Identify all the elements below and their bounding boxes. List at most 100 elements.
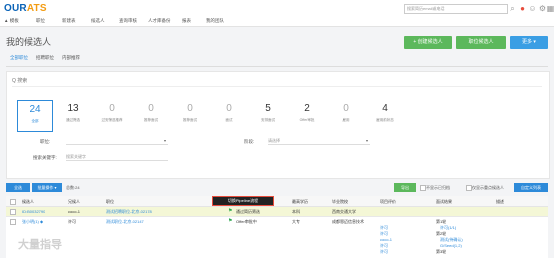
column-header[interactable]: 面试结果 xyxy=(436,199,452,205)
top-bar: OURATS 搜索简历email或电话 ⌕ ● ☺ ⚙ ▦ xyxy=(0,0,554,27)
user-icon[interactable]: ☺ xyxy=(528,4,537,13)
stat-label: 推荐面试 xyxy=(183,118,197,122)
stat-7[interactable]: 2 Offer审批 xyxy=(290,100,324,130)
stat-label: 雇用 xyxy=(342,118,350,122)
job-filter-select[interactable]: ▾ xyxy=(66,137,168,145)
page-title: 我的候选人 xyxy=(6,37,52,47)
nav-item-3[interactable]: 候选人 xyxy=(91,16,105,26)
pipeline-tooltip: 切换Pipeline流程 xyxy=(212,196,274,206)
eval-item[interactable]: 许可 xyxy=(380,249,388,255)
tab-divider xyxy=(6,66,548,67)
table-row[interactable]: 张小明(1) ◆ 许可 测试职位-北京-02147 ⚑ Offer审批中 大专 … xyxy=(6,217,548,258)
school: 成都恩迈信息技术 xyxy=(332,219,364,224)
stat-label: Offer审批 xyxy=(299,118,315,122)
nav-item-2[interactable]: 新建表 xyxy=(62,16,76,26)
stat-label: 安排面试 xyxy=(261,118,275,122)
search-toggle[interactable]: Q 搜索 xyxy=(12,76,542,87)
search-icon[interactable]: ⌕ xyxy=(508,4,517,13)
stat-5[interactable]: 0 面试 xyxy=(212,100,246,130)
tab-1[interactable]: 招聘职位 xyxy=(36,55,54,61)
global-search-input[interactable]: 搜索简历email或电话 xyxy=(404,4,508,14)
bell-icon[interactable]: ● xyxy=(518,4,527,13)
bulk-candidate-button[interactable]: 职位候选人 xyxy=(456,36,506,49)
result-item[interactable]: G/Seed(1,2) xyxy=(440,243,462,248)
custom-list-button[interactable]: 自定义列表 xyxy=(514,183,548,192)
column-header[interactable]: 候选人 xyxy=(22,199,34,205)
candidate-name[interactable]: 张小明(1) ◆ xyxy=(22,219,43,225)
school: 西南交通大学 xyxy=(332,209,356,214)
nav-item-1[interactable]: 职位 xyxy=(36,16,45,26)
watermark: 大量指导 xyxy=(18,239,62,251)
stat-6[interactable]: 5 安排面试 xyxy=(251,100,285,130)
stat-label: 过安筛选推荐 xyxy=(101,118,123,122)
stat-number: 0 xyxy=(343,103,349,114)
logo[interactable]: OURATS xyxy=(4,3,47,14)
stat-number: 0 xyxy=(148,103,154,114)
status: Offer审批中 xyxy=(236,219,257,224)
more-button[interactable]: 更多 ▾ xyxy=(510,36,548,49)
select-all-button[interactable]: 全选 xyxy=(6,183,30,192)
table-row[interactable]: ID:B0032790 coco-1 测试招聘职位-北京-02178 ⚑ 通过简… xyxy=(6,207,548,217)
key-only-label: 仅显示重点候选人 xyxy=(472,185,504,190)
table-header: 候选人 兄候人 职位 状态 最高学历 毕业院校 项目评价 面试结果 描述 xyxy=(6,196,548,207)
job-link[interactable]: 测试招聘职位-北京-02178 xyxy=(106,209,152,215)
result-item: 第3轮 xyxy=(436,249,447,254)
column-header[interactable]: 最高学历 xyxy=(292,199,308,205)
stat-3[interactable]: 0 推荐面试 xyxy=(134,100,168,130)
chevron-down-icon: ▾ xyxy=(365,138,368,143)
list-toolbar: 全选 批量操作 ▾ 总数:24 导出 不显示已归档 仅显示重点候选人 自定义列表 xyxy=(6,182,548,194)
column-header[interactable]: 职位 xyxy=(106,199,114,205)
column-header[interactable]: 项目评价 xyxy=(380,199,396,205)
nav-item-4[interactable]: 查询审核 xyxy=(119,16,137,26)
stage-filter-select[interactable]: 请选择 ▾ xyxy=(268,137,370,145)
eval-item[interactable]: coco-1 xyxy=(380,237,392,242)
keyword-input[interactable]: 搜索关键字 xyxy=(66,153,168,161)
flag-icon[interactable]: ⚑ xyxy=(228,218,232,224)
education: 大专 xyxy=(292,219,300,224)
stat-4[interactable]: 0 推荐面试 xyxy=(173,100,207,130)
stat-8[interactable]: 0 雇用 xyxy=(329,100,363,130)
job-link[interactable]: 测试职位-北京-02147 xyxy=(106,219,144,225)
row-checkbox[interactable] xyxy=(10,209,16,215)
nav-item-5[interactable]: 人才库备份 xyxy=(148,16,171,26)
status: 通过简历筛选 xyxy=(236,209,260,214)
flag-icon[interactable]: ⚑ xyxy=(228,208,232,214)
stat-number: 13 xyxy=(67,103,79,114)
nav-item-0[interactable]: ▲ 模板 xyxy=(4,16,19,26)
owner: 许可 xyxy=(68,219,76,224)
stat-all[interactable]: 24 全部 xyxy=(17,100,53,132)
keyword-label: 搜索关键字: xyxy=(33,155,57,160)
nav-item-7[interactable]: 我的团队 xyxy=(206,16,224,26)
stat-label: 通过筛选 xyxy=(66,118,80,122)
export-button[interactable]: 导出 xyxy=(394,183,416,192)
select-all-checkbox[interactable] xyxy=(10,199,16,205)
grid-icon[interactable]: ▦ xyxy=(546,4,554,13)
stat-label: 全部 xyxy=(31,119,39,123)
stat-label: 雇用前状态 xyxy=(376,118,394,122)
stat-number: 4 xyxy=(382,103,388,114)
nav-item-6[interactable]: 报表 xyxy=(182,16,191,26)
tab-2[interactable]: 内部推荐 xyxy=(62,55,80,61)
stat-number: 0 xyxy=(109,103,115,114)
education: 本科 xyxy=(292,209,300,214)
candidate-name[interactable]: ID:B0032790 xyxy=(22,209,45,214)
job-filter-label: 职位: xyxy=(40,139,51,144)
column-header[interactable]: 毕业院校 xyxy=(332,199,348,205)
column-header[interactable]: 描述 xyxy=(496,199,504,205)
total-count: 总数:24 xyxy=(66,185,80,190)
tab-0[interactable]: 全部职位 xyxy=(10,55,28,61)
stat-9[interactable]: 4 雇用前状态 xyxy=(368,100,402,130)
bulk-ops-button[interactable]: 批量操作 ▾ xyxy=(32,183,62,192)
stat-number: 2 xyxy=(304,103,310,114)
stat-number: 0 xyxy=(187,103,193,114)
row-checkbox[interactable] xyxy=(10,219,16,225)
stage-filter-value: 请选择 xyxy=(268,138,280,143)
stat-2[interactable]: 0 过安筛选推荐 xyxy=(95,100,129,130)
stage-filter-label: 阶段: xyxy=(244,139,255,144)
logo-part-b: ATS xyxy=(26,3,47,14)
stat-number: 5 xyxy=(265,103,271,114)
create-candidate-button[interactable]: + 创建候选人 xyxy=(404,36,452,49)
stat-1[interactable]: 13 通过筛选 xyxy=(56,100,90,130)
hide-archived-label: 不显示已归档 xyxy=(426,185,450,190)
column-header[interactable]: 兄候人 xyxy=(68,199,80,205)
